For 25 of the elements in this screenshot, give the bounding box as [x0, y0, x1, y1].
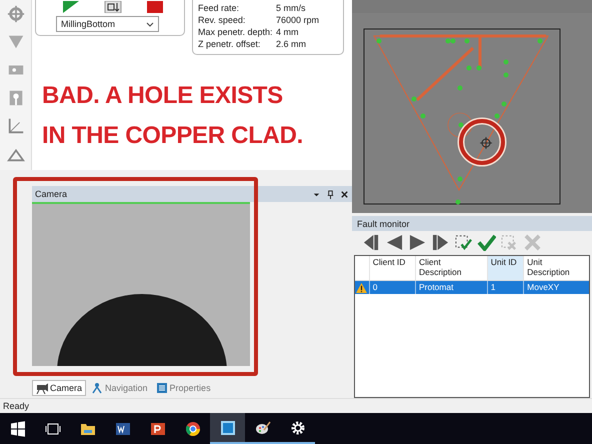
table-cell: MoveXY: [523, 281, 589, 294]
annotation-text: IN THE COPPER CLAD.: [42, 121, 303, 151]
panel-tab[interactable]: Properties: [152, 380, 214, 396]
panel-tab[interactable]: Navigation: [88, 380, 151, 396]
column-header[interactable]: Client ID: [368, 256, 415, 280]
panel-title: Camera: [35, 189, 68, 199]
table-row[interactable]: 0 Protomat 1 MoveXY: [355, 281, 589, 294]
status-text: Ready: [3, 401, 30, 411]
process-dropdown[interactable]: MillingBottom: [56, 16, 159, 32]
info-label: Max penetr. depth:: [198, 27, 274, 39]
column-header[interactable]: Unit Description: [523, 256, 589, 280]
info-value: 4 mm: [276, 27, 298, 39]
info-value: 2.6 mm: [276, 39, 306, 51]
info-label: Z penetr. offset:: [198, 39, 262, 51]
panel-tab[interactable]: Camera: [32, 380, 86, 396]
annotation-text: BAD. A HOLE EXISTS: [42, 81, 284, 111]
table-cell: 0: [368, 281, 415, 294]
column-header[interactable]: Unit ID: [486, 256, 524, 280]
info-label: Feed rate:: [198, 3, 240, 15]
info-value: 5 mm/s: [276, 3, 306, 15]
info-value: 76000 rpm: [276, 15, 320, 27]
panel-title: Fault monitor: [357, 218, 410, 228]
table-cell: 1: [486, 281, 524, 294]
table-cell: Protomat: [414, 281, 487, 294]
info-label: Rev. speed:: [198, 15, 246, 27]
